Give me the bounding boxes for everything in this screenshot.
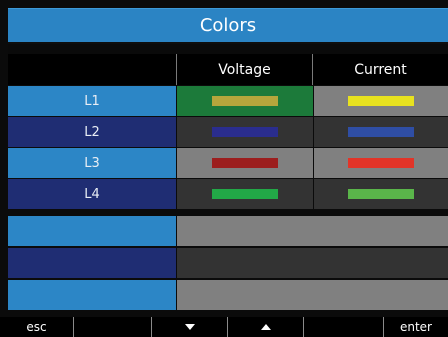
color-swatch xyxy=(212,158,278,168)
up-button[interactable] xyxy=(228,317,304,337)
arrow-down-icon xyxy=(184,324,195,330)
row-label-l3: L3 xyxy=(8,148,176,179)
color-swatch xyxy=(348,127,414,137)
down-button[interactable] xyxy=(152,317,228,337)
screen: Colors Voltage Current L1 L2 L3 L4 esc e… xyxy=(0,0,448,337)
softkey-blank[interactable] xyxy=(74,317,152,337)
column-header-current: Current xyxy=(313,54,448,85)
table-row: L2 xyxy=(8,117,448,148)
voltage-color-l3[interactable] xyxy=(176,148,313,179)
table-row xyxy=(8,248,448,279)
color-swatch xyxy=(348,189,414,199)
empty-cell xyxy=(176,216,448,247)
esc-button[interactable]: esc xyxy=(0,317,74,337)
empty-label xyxy=(8,248,176,279)
divider xyxy=(8,44,448,54)
empty-cell xyxy=(176,280,448,311)
table-row: L4 xyxy=(8,179,448,210)
softkey-bar: esc enter xyxy=(0,317,448,337)
header-blank xyxy=(8,54,176,85)
table-header: Voltage Current xyxy=(8,54,448,85)
table-row: L3 xyxy=(8,148,448,179)
column-header-voltage: Voltage xyxy=(176,54,313,85)
current-color-l1[interactable] xyxy=(313,86,448,117)
enter-button[interactable]: enter xyxy=(384,317,448,337)
page-title: Colors xyxy=(8,8,448,44)
voltage-color-l2[interactable] xyxy=(176,117,313,148)
arrow-up-icon xyxy=(260,324,271,330)
color-swatch xyxy=(212,96,278,106)
softkey-blank[interactable] xyxy=(304,317,384,337)
current-color-l4[interactable] xyxy=(313,179,448,210)
voltage-color-l1[interactable] xyxy=(176,86,313,117)
table-row: L1 xyxy=(8,86,448,117)
row-label-l2: L2 xyxy=(8,117,176,148)
current-color-l2[interactable] xyxy=(313,117,448,148)
color-swatch xyxy=(348,158,414,168)
empty-cell xyxy=(176,248,448,279)
color-swatch xyxy=(348,96,414,106)
table-row xyxy=(8,280,448,311)
empty-label xyxy=(8,280,176,311)
empty-label xyxy=(8,216,176,247)
row-label-l4: L4 xyxy=(8,179,176,210)
row-label-l1: L1 xyxy=(8,86,176,117)
color-swatch xyxy=(212,127,278,137)
table-row xyxy=(8,216,448,247)
voltage-color-l4[interactable] xyxy=(176,179,313,210)
current-color-l3[interactable] xyxy=(313,148,448,179)
color-swatch xyxy=(212,189,278,199)
